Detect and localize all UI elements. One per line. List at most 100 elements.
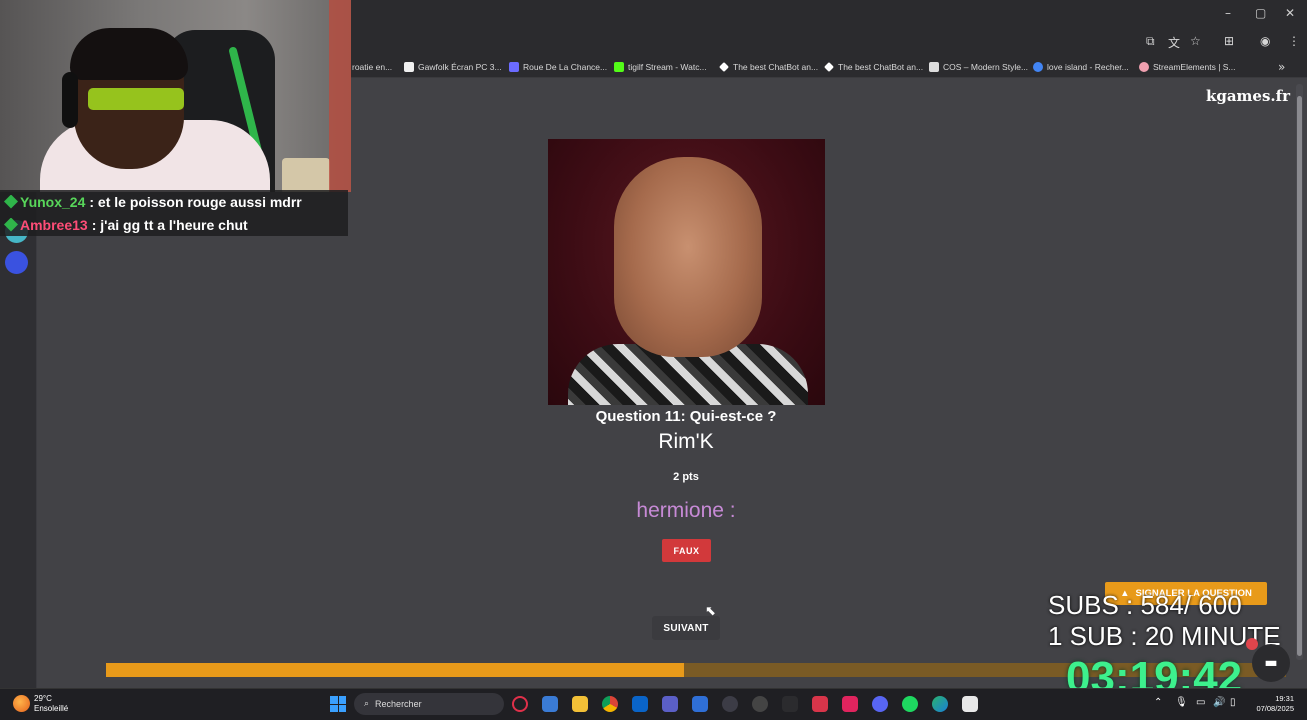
weather-temp: 29°C [34,694,52,703]
weather-icon[interactable] [13,695,30,712]
app-store-icon[interactable] [542,696,558,712]
install-app-icon[interactable]: ⧉ [1146,34,1155,49]
bookmark-label: The best ChatBot an... [733,62,819,72]
clock-date: 07/08/2025 [1256,704,1294,713]
webcam-edge [329,0,351,192]
bookmark-item[interactable]: COS – Modern Style... [929,61,1028,73]
bookmark-label: Roue De La Chance... [523,62,608,72]
points-label: 2 pts [673,471,699,483]
notification-dot [1246,638,1258,650]
search-placeholder: Rechercher [375,699,422,709]
translate-icon[interactable]: 文 [1168,34,1180,51]
app-icon[interactable] [692,696,708,712]
player-answer: hermione : [636,499,736,522]
webcam-overlay [0,0,351,192]
bookmark-label: COS – Modern Style... [943,62,1029,72]
sub-rule: 1 SUB : 20 MINUTE [1048,621,1281,651]
discord-icon[interactable] [872,696,888,712]
chat-username: Yunox_24 [20,193,86,210]
badge-icon [4,194,18,209]
progress-fill [106,663,685,677]
bookmark-item[interactable]: The best ChatBot an... [824,61,923,73]
chatbot-icon [824,62,834,72]
bookmark-item[interactable]: Gawfolk Écran PC 3... [404,61,502,73]
microphone-icon[interactable]: 🎙 [1175,697,1188,708]
file-explorer-icon[interactable] [572,696,588,712]
bookmark-label: The best ChatBot an... [838,62,924,72]
bookmark-label: StreamElements | S... [1153,62,1236,72]
chevron-right-icon[interactable]: » [1278,60,1285,74]
tiktok-icon[interactable] [842,696,858,712]
bookmark-label: tigilf Stream - Watc... [628,62,707,72]
clock-time: 19:31 [1275,694,1294,703]
app-icon[interactable] [782,696,798,712]
star-icon[interactable]: ☆ [1190,34,1201,48]
bookmark-item[interactable]: StreamElements | S... [1139,61,1236,73]
bookmark-item[interactable]: The best ChatBot an... [719,61,818,73]
windows-icon[interactable] [330,696,346,712]
avatar[interactable] [5,251,28,274]
bookmark-label: love island - Recher... [1047,62,1129,72]
obs-icon[interactable] [752,696,768,712]
sunglasses [88,88,184,110]
question-title: Question 11: Qui-est-ce ? [595,408,777,425]
taskbar-search[interactable]: ⌕ Rechercher [354,693,504,715]
subs-counter: SUBS : 584/ 600 [1048,590,1242,620]
close-icon[interactable]: ✕ [1285,6,1295,20]
bookmark-label: roatie en... [352,62,393,72]
chat-text: : j'ai gg tt a l'heure chut [91,216,248,233]
edge-icon[interactable] [932,696,948,712]
spotify-icon[interactable] [902,696,918,712]
menu-icon[interactable]: ⋮ [1288,34,1300,48]
streamelements-icon [1139,62,1149,72]
bookmark-item[interactable]: love island - Recher... [1033,61,1129,73]
weather-widget[interactable]: 29°C Ensoleillé [34,694,68,714]
chat-text: : et le poisson rouge aussi mdrr [89,193,302,210]
extensions-icon[interactable]: ⊞ [1224,34,1234,48]
bookmark-item[interactable]: tigilf Stream - Watc... [614,61,707,73]
mouse-cursor-icon: ⬉ [705,604,716,619]
outlook-icon[interactable] [632,696,648,712]
chat-icon[interactable]: ▬ [1252,644,1290,682]
opera-icon[interactable] [512,696,528,712]
chatbot-icon [719,62,729,72]
question-photo [548,139,825,405]
search-icon: ⌕ [364,699,370,709]
screen: { "browser": { "bookmarks": [ {"label": … [0,0,1307,720]
kick-icon [614,62,624,72]
result-badge: FAUX [662,539,711,562]
headset [62,72,78,128]
cos-icon [929,62,939,72]
photo-face [614,157,762,357]
maximize-icon[interactable]: ▢ [1255,6,1266,20]
scrollbar-thumb[interactable] [1297,96,1302,656]
mug [282,158,330,192]
app-icon[interactable] [962,696,978,712]
bookmark-label: Gawfolk Écran PC 3... [418,62,502,72]
chat-message: Ambree13 : j'ai gg tt a l'heure chut [0,213,348,236]
volume-icon[interactable]: 🔊 [1213,697,1225,708]
bookmark-item[interactable]: Roue De La Chance... [509,61,607,73]
profile-icon[interactable]: ◉ [1260,34,1270,48]
battery-icon[interactable]: ▯ [1230,697,1236,708]
amazon-icon [404,62,414,72]
chrome-icon[interactable] [602,696,618,712]
chat-username: Ambree13 [20,216,88,233]
display-icon[interactable]: ▭ [1196,697,1205,708]
next-button[interactable]: SUIVANT [652,616,720,640]
wheel-icon [509,62,519,72]
chevron-up-icon[interactable]: ⌃ [1154,697,1162,708]
taskbar [0,688,1307,720]
taskbar-clock[interactable]: 19:31 07/08/2025 [1246,694,1294,714]
google-icon [1033,62,1043,72]
weather-desc: Ensoleillé [34,704,69,713]
badge-icon [4,217,18,232]
teams-icon[interactable] [662,696,678,712]
streamer-hair [70,28,188,80]
app-icon[interactable] [722,696,738,712]
bookmark-item[interactable]: roatie en... [352,61,392,73]
correct-answer: Rim'K [658,430,714,453]
site-logo[interactable]: kgames.fr [1180,87,1290,105]
minimize-icon[interactable]: – [1225,6,1231,20]
app-icon[interactable] [812,696,828,712]
